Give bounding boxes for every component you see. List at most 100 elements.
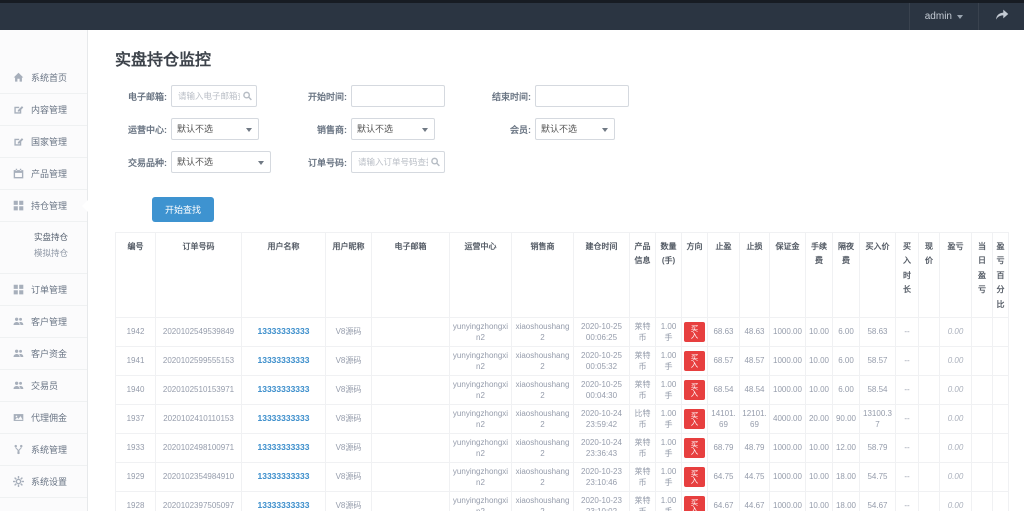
cell-stop-loss: 44.75 (740, 463, 770, 492)
col-header-buy-duration: 买 入 时 长 (896, 233, 919, 318)
cell-current-price (919, 405, 940, 434)
end-time-label: 结束时间: (479, 90, 531, 103)
seller-select[interactable]: 默认不选 (351, 118, 435, 140)
cell-margin: 1000.00 (770, 492, 806, 511)
cell-open-time: 2020-10-24 23:59:42 (574, 405, 630, 434)
col-header-order-no: 订单号码 (156, 233, 242, 318)
cell-fee: 10.00 (806, 434, 833, 463)
cell-stop-profit: 68.79 (708, 434, 740, 463)
sidebar-item-label: 系统首页 (31, 71, 67, 84)
member-select[interactable]: 默认不选 (535, 118, 615, 140)
cell-open-time: 2020-10-23 23:10:46 (574, 463, 630, 492)
col-header-id: 编号 (116, 233, 156, 318)
cell-overnight-fee: 18.00 (833, 463, 860, 492)
cell-id: 1942 (116, 318, 156, 347)
cell-margin: 1000.00 (770, 434, 806, 463)
cell-username: 13333333333 (242, 376, 326, 405)
username-link[interactable]: 13333333333 (257, 326, 309, 336)
user-menu[interactable]: admin (909, 3, 978, 30)
table-row: 1937202010241011015313333333333V8源码yunyi… (116, 405, 1009, 434)
cell-center: yunyingzhongxin2 (450, 463, 512, 492)
sidebar-item-content[interactable]: 内容管理 (0, 94, 87, 126)
sidebar-item-funds[interactable]: 客户资金 (0, 338, 87, 370)
sidebar-item-label: 国家管理 (31, 135, 67, 148)
cell-day-profit (972, 492, 993, 511)
cell-seller: xiaoshoushang2 (512, 347, 574, 376)
cell-seller: xiaoshoushang2 (512, 405, 574, 434)
cell-profit-pct (993, 434, 1009, 463)
sidebar-item-traders[interactable]: 交易员 (0, 370, 87, 402)
username-link[interactable]: 13333333333 (257, 442, 309, 452)
cell-day-profit (972, 434, 993, 463)
forward-arrow-icon (995, 8, 1009, 26)
col-header-product: 产品 信息 (630, 233, 656, 318)
cell-order-no: 2020102354984910 (156, 463, 242, 492)
edit-icon (13, 104, 24, 115)
username-link[interactable]: 13333333333 (257, 413, 309, 423)
cell-buy-duration: -- (896, 376, 919, 405)
sidebar-item-settings[interactable]: 系统设置 (0, 466, 87, 498)
center-select[interactable]: 默认不选 (171, 118, 259, 140)
cell-buy-duration: -- (896, 405, 919, 434)
username-link[interactable]: 13333333333 (257, 471, 309, 481)
cell-day-profit (972, 376, 993, 405)
sidebar-item-product[interactable]: 产品管理 (0, 158, 87, 190)
sidebar-item-customers[interactable]: 客户管理 (0, 306, 87, 338)
grid-icon (13, 200, 24, 211)
sidebar-subitem-real-positions[interactable]: 实盘持仓 (0, 229, 87, 245)
sidebar-item-commission[interactable]: 代理佣金 (0, 402, 87, 434)
cell-product: 比特币 (630, 405, 656, 434)
cell-profit: 0.00 (940, 405, 972, 434)
cell-profit-pct (993, 492, 1009, 511)
cell-id: 1941 (116, 347, 156, 376)
sidebar-item-system[interactable]: 系统管理 (0, 434, 87, 466)
users-icon (13, 348, 24, 359)
sidebar-item-orders[interactable]: 订单管理 (0, 274, 87, 306)
cell-fee: 10.00 (806, 376, 833, 405)
cell-direction: 买入 (682, 347, 708, 376)
col-header-center: 运营中心 (450, 233, 512, 318)
cell-day-profit (972, 318, 993, 347)
cell-current-price (919, 318, 940, 347)
cell-order-no: 2020102410110153 (156, 405, 242, 434)
cell-qty: 1.00手 (656, 405, 682, 434)
start-time-label: 开始时间: (295, 90, 347, 103)
cell-buy-price: 54.67 (860, 492, 896, 511)
filter-row-1: 电子邮箱: 开始时间: 结束时间: (115, 85, 1024, 107)
cell-profit: 0.00 (940, 434, 972, 463)
table-row: 1940202010251015397113333333333V8源码yunyi… (116, 376, 1009, 405)
logout-button[interactable] (978, 3, 1024, 30)
cell-fee: 10.00 (806, 347, 833, 376)
end-time-input[interactable] (535, 85, 629, 107)
gear-icon (13, 476, 24, 487)
direction-badge: 买入 (684, 380, 705, 400)
cell-profit-pct (993, 318, 1009, 347)
search-button[interactable]: 开始查找 (152, 197, 214, 222)
symbol-select[interactable]: 默认不选 (171, 151, 271, 173)
cell-product: 莱特币 (630, 434, 656, 463)
cell-id: 1937 (116, 405, 156, 434)
cell-stop-profit: 64.75 (708, 463, 740, 492)
cell-center: yunyingzhongxin2 (450, 376, 512, 405)
sidebar-item-home[interactable]: 系统首页 (0, 62, 87, 94)
col-header-username: 用户名称 (242, 233, 326, 318)
sidebar-item-country[interactable]: 国家管理 (0, 126, 87, 158)
table-header-row: 编号订单号码用户名称用户昵称电子邮箱运营中心销售商建仓时间产品 信息数量 (手)… (116, 233, 1009, 318)
cell-day-profit (972, 405, 993, 434)
username-link[interactable]: 13333333333 (257, 384, 309, 394)
col-header-open-time: 建仓时间 (574, 233, 630, 318)
cell-direction: 买入 (682, 463, 708, 492)
username-link[interactable]: 13333333333 (257, 355, 309, 365)
cell-buy-duration: -- (896, 434, 919, 463)
cell-product: 莱特币 (630, 492, 656, 511)
cell-qty: 1.00手 (656, 434, 682, 463)
order-no-label: 订单号码: (295, 156, 347, 169)
cell-qty: 1.00手 (656, 318, 682, 347)
sidebar-subitem-sim-positions[interactable]: 模拟持仓 (0, 245, 87, 261)
sidebar-item-positions[interactable]: 持仓管理 (0, 190, 87, 222)
cell-profit: 0.00 (940, 347, 972, 376)
cell-seller: xiaoshoushang2 (512, 434, 574, 463)
start-time-input[interactable] (351, 85, 445, 107)
username-link[interactable]: 13333333333 (257, 500, 309, 510)
sidebar-item-label: 客户资金 (31, 347, 67, 360)
